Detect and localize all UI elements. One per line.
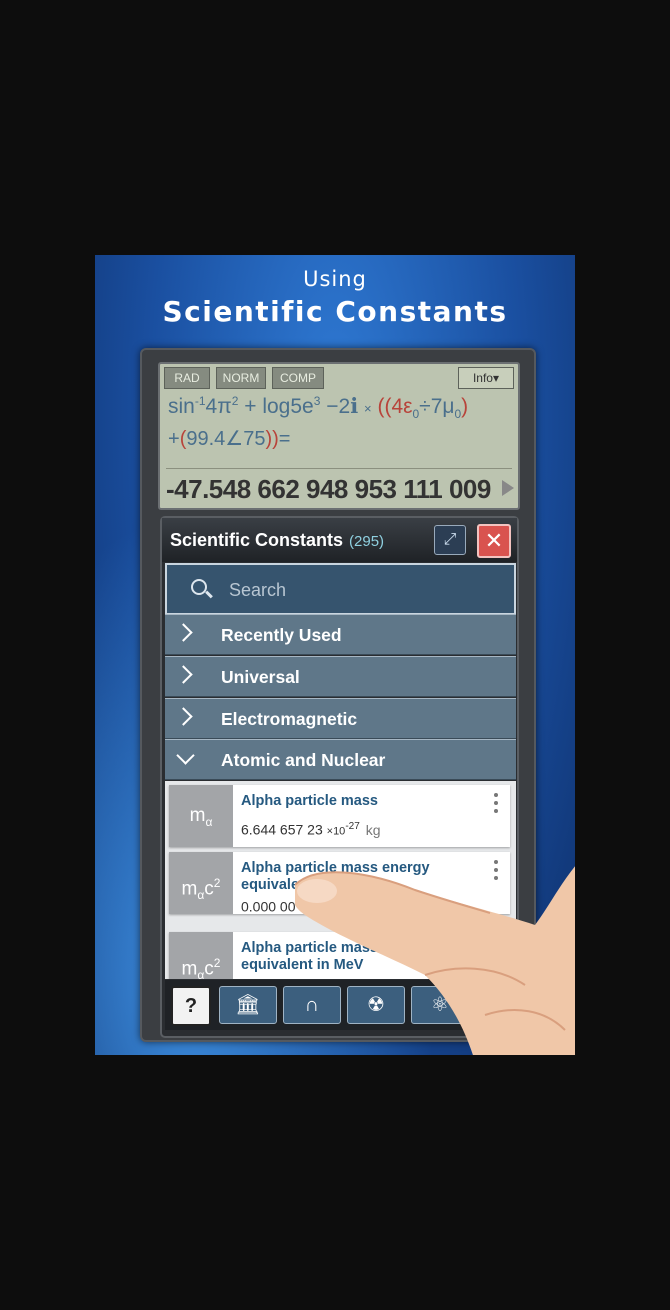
scroll-right-icon[interactable] <box>502 480 514 496</box>
bank-icon: 🏛 <box>235 994 261 1016</box>
universal-category-button[interactable]: 🏛 <box>219 986 277 1024</box>
comp-indicator[interactable]: COMP <box>272 367 324 389</box>
constant-symbol: mα <box>169 785 233 847</box>
chevron-right-icon <box>174 707 193 726</box>
chevron-right-icon <box>174 665 193 684</box>
category-label: Electromagnetic <box>221 709 358 729</box>
category-label: Universal <box>221 667 300 687</box>
info-button[interactable]: Info▾ <box>458 367 514 389</box>
list-item[interactable]: mα Alpha particle mass 6.644 657 23 ×10-… <box>169 785 510 847</box>
constant-symbol: mαc2 <box>169 932 233 979</box>
promo-line-1: Using <box>303 267 367 291</box>
rad-indicator[interactable]: RAD <box>164 367 210 389</box>
calculator-display: RAD NORM COMP Info▾ sin-14π2 + log5e3 −2… <box>158 362 520 510</box>
category-label: Recently Used <box>221 625 342 645</box>
constants-count: (295) <box>349 533 385 550</box>
search-bar[interactable] <box>165 563 516 615</box>
constant-symbol: mαc2 <box>169 852 233 914</box>
panel-header: Scientific Constants (295) ⤢ ✕ <box>162 518 517 562</box>
panel-title: Scientific Constants (295) <box>170 530 385 550</box>
promo-background: Using Scientific Constants RAD NORM COMP… <box>95 255 575 1055</box>
category-label: Atomic and Nuclear <box>221 750 386 770</box>
category-recently-used[interactable]: Recently Used <box>165 614 516 655</box>
category-electromagnetic[interactable]: Electromagnetic <box>165 698 516 739</box>
display-divider <box>166 468 512 469</box>
more-options-icon[interactable] <box>494 793 498 817</box>
help-button[interactable]: ? <box>171 986 211 1026</box>
promo-title: Scientific Constants <box>162 295 508 328</box>
expand-icon: ⤢ <box>443 531 457 548</box>
constant-value: 6.644 657 23 ×10-27 kg <box>241 821 381 838</box>
expression-line-1: sin-14π2 + log5e3 −2ℹ × ((4ε0÷7μ0) <box>168 394 469 422</box>
expression-line-2: +(99.4∠75))= <box>168 428 291 450</box>
category-atomic-nuclear[interactable]: Atomic and Nuclear <box>165 739 516 780</box>
norm-indicator[interactable]: NORM <box>216 367 266 389</box>
chevron-down-icon <box>176 746 195 765</box>
category-universal[interactable]: Universal <box>165 656 516 697</box>
constant-name: Alpha particle mass <box>241 793 378 809</box>
search-input[interactable] <box>227 577 501 603</box>
search-icon <box>191 579 207 595</box>
close-button[interactable]: ✕ <box>477 524 511 558</box>
result-value: -47.548 662 948 953 111 009 <box>166 474 491 504</box>
close-icon: ✕ <box>484 528 504 553</box>
expand-button[interactable]: ⤢ <box>434 525 466 555</box>
pointing-hand-image <box>295 866 575 1055</box>
chevron-right-icon <box>174 623 193 642</box>
